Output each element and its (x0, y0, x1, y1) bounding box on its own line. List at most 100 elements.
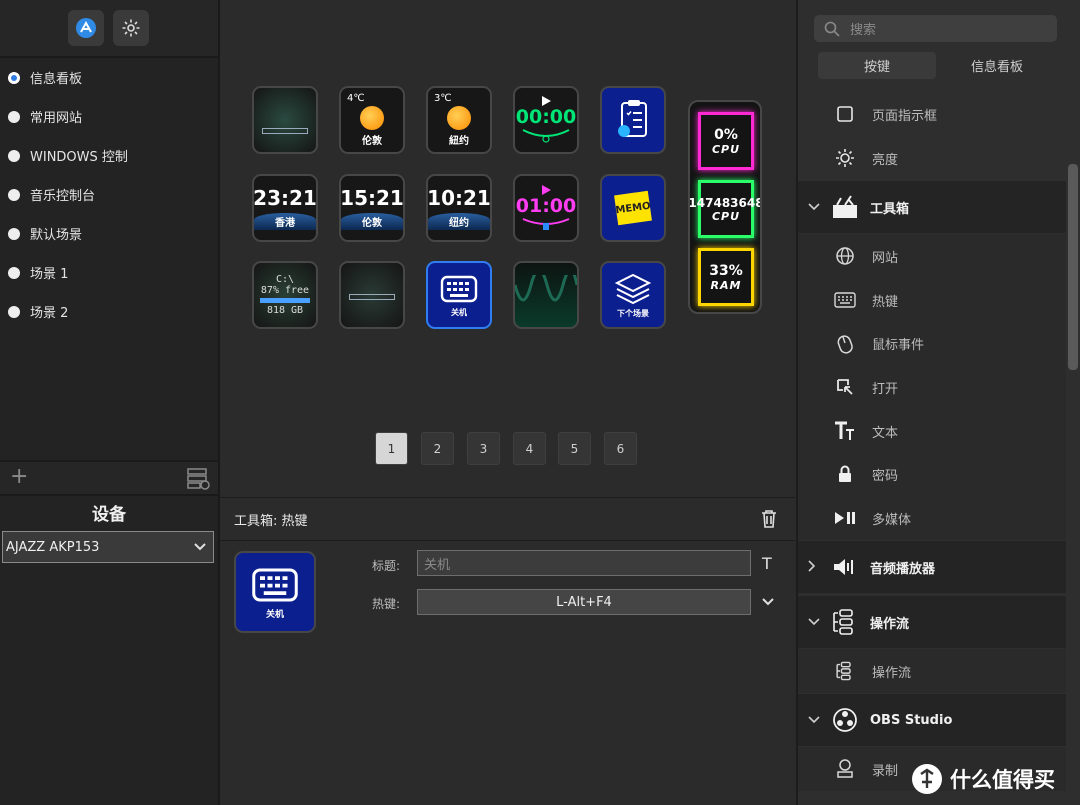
action-label: 亮度 (872, 152, 899, 168)
scene-label: 常用网站 (30, 111, 83, 126)
device-select-value: AJAZZ AKP153 (6, 539, 100, 555)
key-timer-green[interactable]: 00:00 (513, 86, 579, 154)
device-select[interactable]: AJAZZ AKP153 (2, 531, 214, 563)
key-disk-usage[interactable]: C:\ 87% free 818 GB (252, 261, 318, 329)
key-memo[interactable]: MEMO (600, 174, 666, 242)
radio-icon (8, 266, 20, 279)
cpu-value: 0% (714, 126, 738, 143)
category-audio-player[interactable]: 音频播放器 (798, 541, 1066, 593)
page-button-4[interactable]: 4 (513, 432, 546, 465)
key-hotkey-shutdown[interactable]: 关机 (426, 261, 492, 329)
scene-item[interactable]: 常用网站 (0, 97, 218, 136)
key-clock-london[interactable]: 15:21 伦敦 (339, 174, 405, 242)
ram-value: 33% (709, 262, 743, 279)
cpu-name: CPU (711, 142, 741, 156)
key-label: 下个场景 (617, 308, 649, 318)
cpu-name: CPU (711, 209, 741, 223)
disk-drive: C:\ (275, 274, 295, 285)
hotkey-input-value: L-Alt+F4 (556, 594, 612, 610)
action-label: 录制 (872, 763, 899, 779)
clock-city: 伦敦 (341, 213, 403, 230)
scene-item[interactable]: 信息看板 (0, 58, 218, 97)
scene-item[interactable]: 场景 1 (0, 253, 218, 292)
key-animation[interactable] (513, 261, 579, 329)
action-mouse-event[interactable]: 鼠标事件 (798, 321, 1066, 365)
search-placeholder: 搜索 (850, 23, 877, 38)
action-password[interactable]: 密码 (798, 452, 1066, 496)
action-multimedia[interactable]: 多媒体 (798, 496, 1066, 540)
text-style-icon[interactable]: T (762, 554, 772, 573)
action-panel-scrollbar[interactable] (1068, 164, 1078, 370)
cpu-monitor-box: 0% CPU (698, 112, 754, 170)
trash-icon[interactable] (760, 509, 778, 528)
key-network-monitor[interactable] (252, 86, 318, 154)
action-hotkey[interactable]: 热键 (798, 278, 1066, 322)
scene-manage-icon[interactable] (186, 466, 210, 490)
network-bar (262, 128, 308, 134)
chevron-down-icon (808, 618, 820, 626)
key-clock-hongkong[interactable]: 23:21 香港 (252, 174, 318, 242)
keyboard-icon (834, 292, 856, 308)
page-button-3[interactable]: 3 (467, 432, 500, 465)
scene-label: 音乐控制台 (30, 189, 96, 204)
chevron-down-icon[interactable] (761, 597, 775, 607)
key-label: 关机 (265, 609, 284, 620)
scene-item[interactable]: 音乐控制台 (0, 175, 218, 214)
tab-dashboard[interactable]: 信息看板 (938, 52, 1056, 79)
tab-keys[interactable]: 按键 (818, 52, 936, 79)
category-obs-studio[interactable]: OBS Studio (798, 694, 1066, 746)
title-input[interactable]: 关机 (417, 550, 751, 576)
action-website[interactable]: 网站 (798, 234, 1066, 278)
page-button-5[interactable]: 5 (558, 432, 591, 465)
selected-key-preview: 关机 (234, 551, 316, 633)
action-label: 打开 (872, 381, 899, 397)
scene-item[interactable]: 场景 2 (0, 292, 218, 331)
category-flow[interactable]: 操作流 (798, 596, 1066, 648)
key-clipboard[interactable] (600, 86, 666, 154)
action-flow[interactable]: 操作流 (798, 649, 1066, 693)
add-scene-icon[interactable]: + (10, 464, 28, 489)
ram-name: RAM (710, 278, 742, 292)
speaker-icon (834, 559, 853, 575)
clock-time: 10:21 (427, 186, 491, 210)
category-toolbox[interactable]: 工具箱 (798, 181, 1066, 233)
play-pause-icon (835, 512, 855, 524)
scene-item[interactable]: 默认场景 (0, 214, 218, 253)
action-label: 文本 (872, 425, 899, 441)
key-weather-newyork[interactable]: 3℃ 紐约 (426, 86, 492, 154)
key-clock-newyork[interactable]: 10:21 纽约 (426, 174, 492, 242)
hourglass-icon (522, 218, 570, 230)
app-logo-button[interactable] (68, 10, 104, 46)
page-button-6[interactable]: 6 (604, 432, 637, 465)
hotkey-input[interactable]: L-Alt+F4 (417, 589, 751, 615)
action-label: 密码 (872, 468, 899, 484)
key-network-monitor-2[interactable] (339, 261, 405, 329)
key-next-scene[interactable]: 下个场景 (600, 261, 666, 329)
action-label: 热键 (872, 294, 899, 310)
scene-item[interactable]: WINDOWS 控制 (0, 136, 218, 175)
action-text[interactable]: 文本 (798, 409, 1066, 453)
action-page-indicator[interactable]: 页面指示框 (798, 92, 1066, 136)
radio-icon (8, 305, 20, 318)
title-field-label: 标题: (372, 559, 401, 573)
action-open[interactable]: 打开 (798, 365, 1066, 409)
clock-time: 23:21 (253, 186, 317, 210)
category-label: 工具箱 (870, 201, 910, 217)
key-label: 关机 (451, 307, 467, 317)
square-icon (837, 106, 853, 122)
key-system-monitor[interactable]: 0% CPU 147483648 CPU 33% RAM (688, 100, 762, 314)
action-brightness[interactable]: 亮度 (798, 136, 1066, 180)
wave-animation-icon (515, 275, 577, 302)
watermark-logo-icon (912, 764, 942, 794)
page-button-2[interactable]: 2 (421, 432, 454, 465)
key-timer-pink[interactable]: 01:00 (513, 174, 579, 242)
chevron-down-icon (808, 716, 820, 724)
settings-button[interactable] (113, 10, 149, 46)
radio-selected-icon (8, 71, 20, 84)
disk-usage-bar (260, 298, 310, 303)
search-input[interactable]: 搜索 (814, 15, 1057, 42)
play-icon (542, 185, 551, 195)
key-weather-london[interactable]: 4℃ 伦敦 (339, 86, 405, 154)
page-button-1[interactable]: 1 (375, 432, 408, 465)
weather-temp: 4℃ (347, 93, 365, 104)
